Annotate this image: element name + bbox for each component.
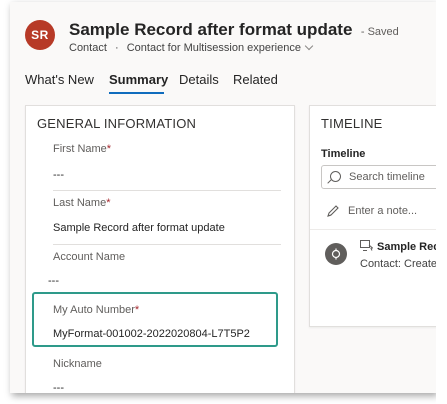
last-name-label-text: Last Name: [53, 197, 107, 209]
tab-summary[interactable]: Summary: [109, 72, 168, 87]
form-selector[interactable]: Contact for Multisession experience: [126, 41, 314, 54]
timeline-label: Timeline: [321, 148, 366, 160]
search-placeholder: Search timeline: [349, 171, 425, 183]
separator-dot: ·: [114, 42, 119, 54]
screenshot-margin: [436, 0, 447, 404]
tab-details[interactable]: Details: [179, 72, 219, 87]
app-window: SR Sample Record after format update - S…: [10, 2, 436, 393]
divider: [53, 190, 281, 191]
chevron-down-icon: [304, 41, 314, 51]
active-tab-indicator: [109, 92, 164, 94]
record-avatar: SR: [25, 20, 55, 50]
search-icon: [330, 171, 341, 182]
timeline-item-title-text: Sample Rec: [377, 241, 436, 253]
first-name-label-text: First Name: [53, 143, 107, 155]
account-name-field[interactable]: ---: [48, 275, 59, 287]
first-name-label: First Name*: [53, 143, 111, 155]
required-marker: *: [106, 143, 112, 155]
entity-name: Contact: [69, 42, 107, 54]
tab-related[interactable]: Related: [233, 72, 278, 87]
timeline-search-input[interactable]: Search timeline: [321, 165, 436, 189]
first-name-field[interactable]: ---: [53, 169, 64, 181]
highlight-box: [32, 292, 278, 347]
tab-bar: What's New Summary Details Related: [10, 70, 436, 100]
record-title-row: Sample Record after format update - Save…: [69, 20, 399, 40]
tab-whats-new[interactable]: What's New: [25, 72, 94, 87]
section-title: TIMELINE: [321, 116, 383, 131]
note-placeholder: Enter a note...: [348, 205, 418, 217]
form-name: Contact for Multisession experience: [126, 42, 301, 54]
account-name-label: Account Name: [53, 251, 126, 263]
contact-icon: [360, 240, 374, 251]
last-name-label: Last Name*: [53, 197, 110, 209]
pencil-icon: [327, 205, 339, 217]
divider: [310, 229, 436, 230]
last-name-field[interactable]: Sample Record after format update: [53, 222, 225, 234]
required-marker: *: [106, 197, 111, 209]
record-icon: [331, 248, 341, 260]
record-header: SR Sample Record after format update - S…: [10, 2, 436, 62]
section-title: GENERAL INFORMATION: [37, 116, 197, 131]
timeline-section: TIMELINE Timeline Search timeline Enter …: [309, 105, 436, 327]
record-subtitle: Contact · Contact for Multisession exper…: [69, 41, 314, 54]
nickname-field[interactable]: ---: [53, 382, 64, 393]
divider: [53, 244, 281, 245]
timeline-item-avatar: [325, 243, 347, 265]
record-title: Sample Record after format update: [69, 20, 353, 39]
nickname-label: Nickname: [53, 358, 102, 370]
timeline-item-title[interactable]: Sample Rec: [360, 240, 436, 253]
save-status: - Saved: [360, 26, 399, 38]
timeline-item-subtitle: Contact: Create: [360, 258, 436, 270]
general-information-section: GENERAL INFORMATION First Name* --- Last…: [25, 105, 295, 393]
